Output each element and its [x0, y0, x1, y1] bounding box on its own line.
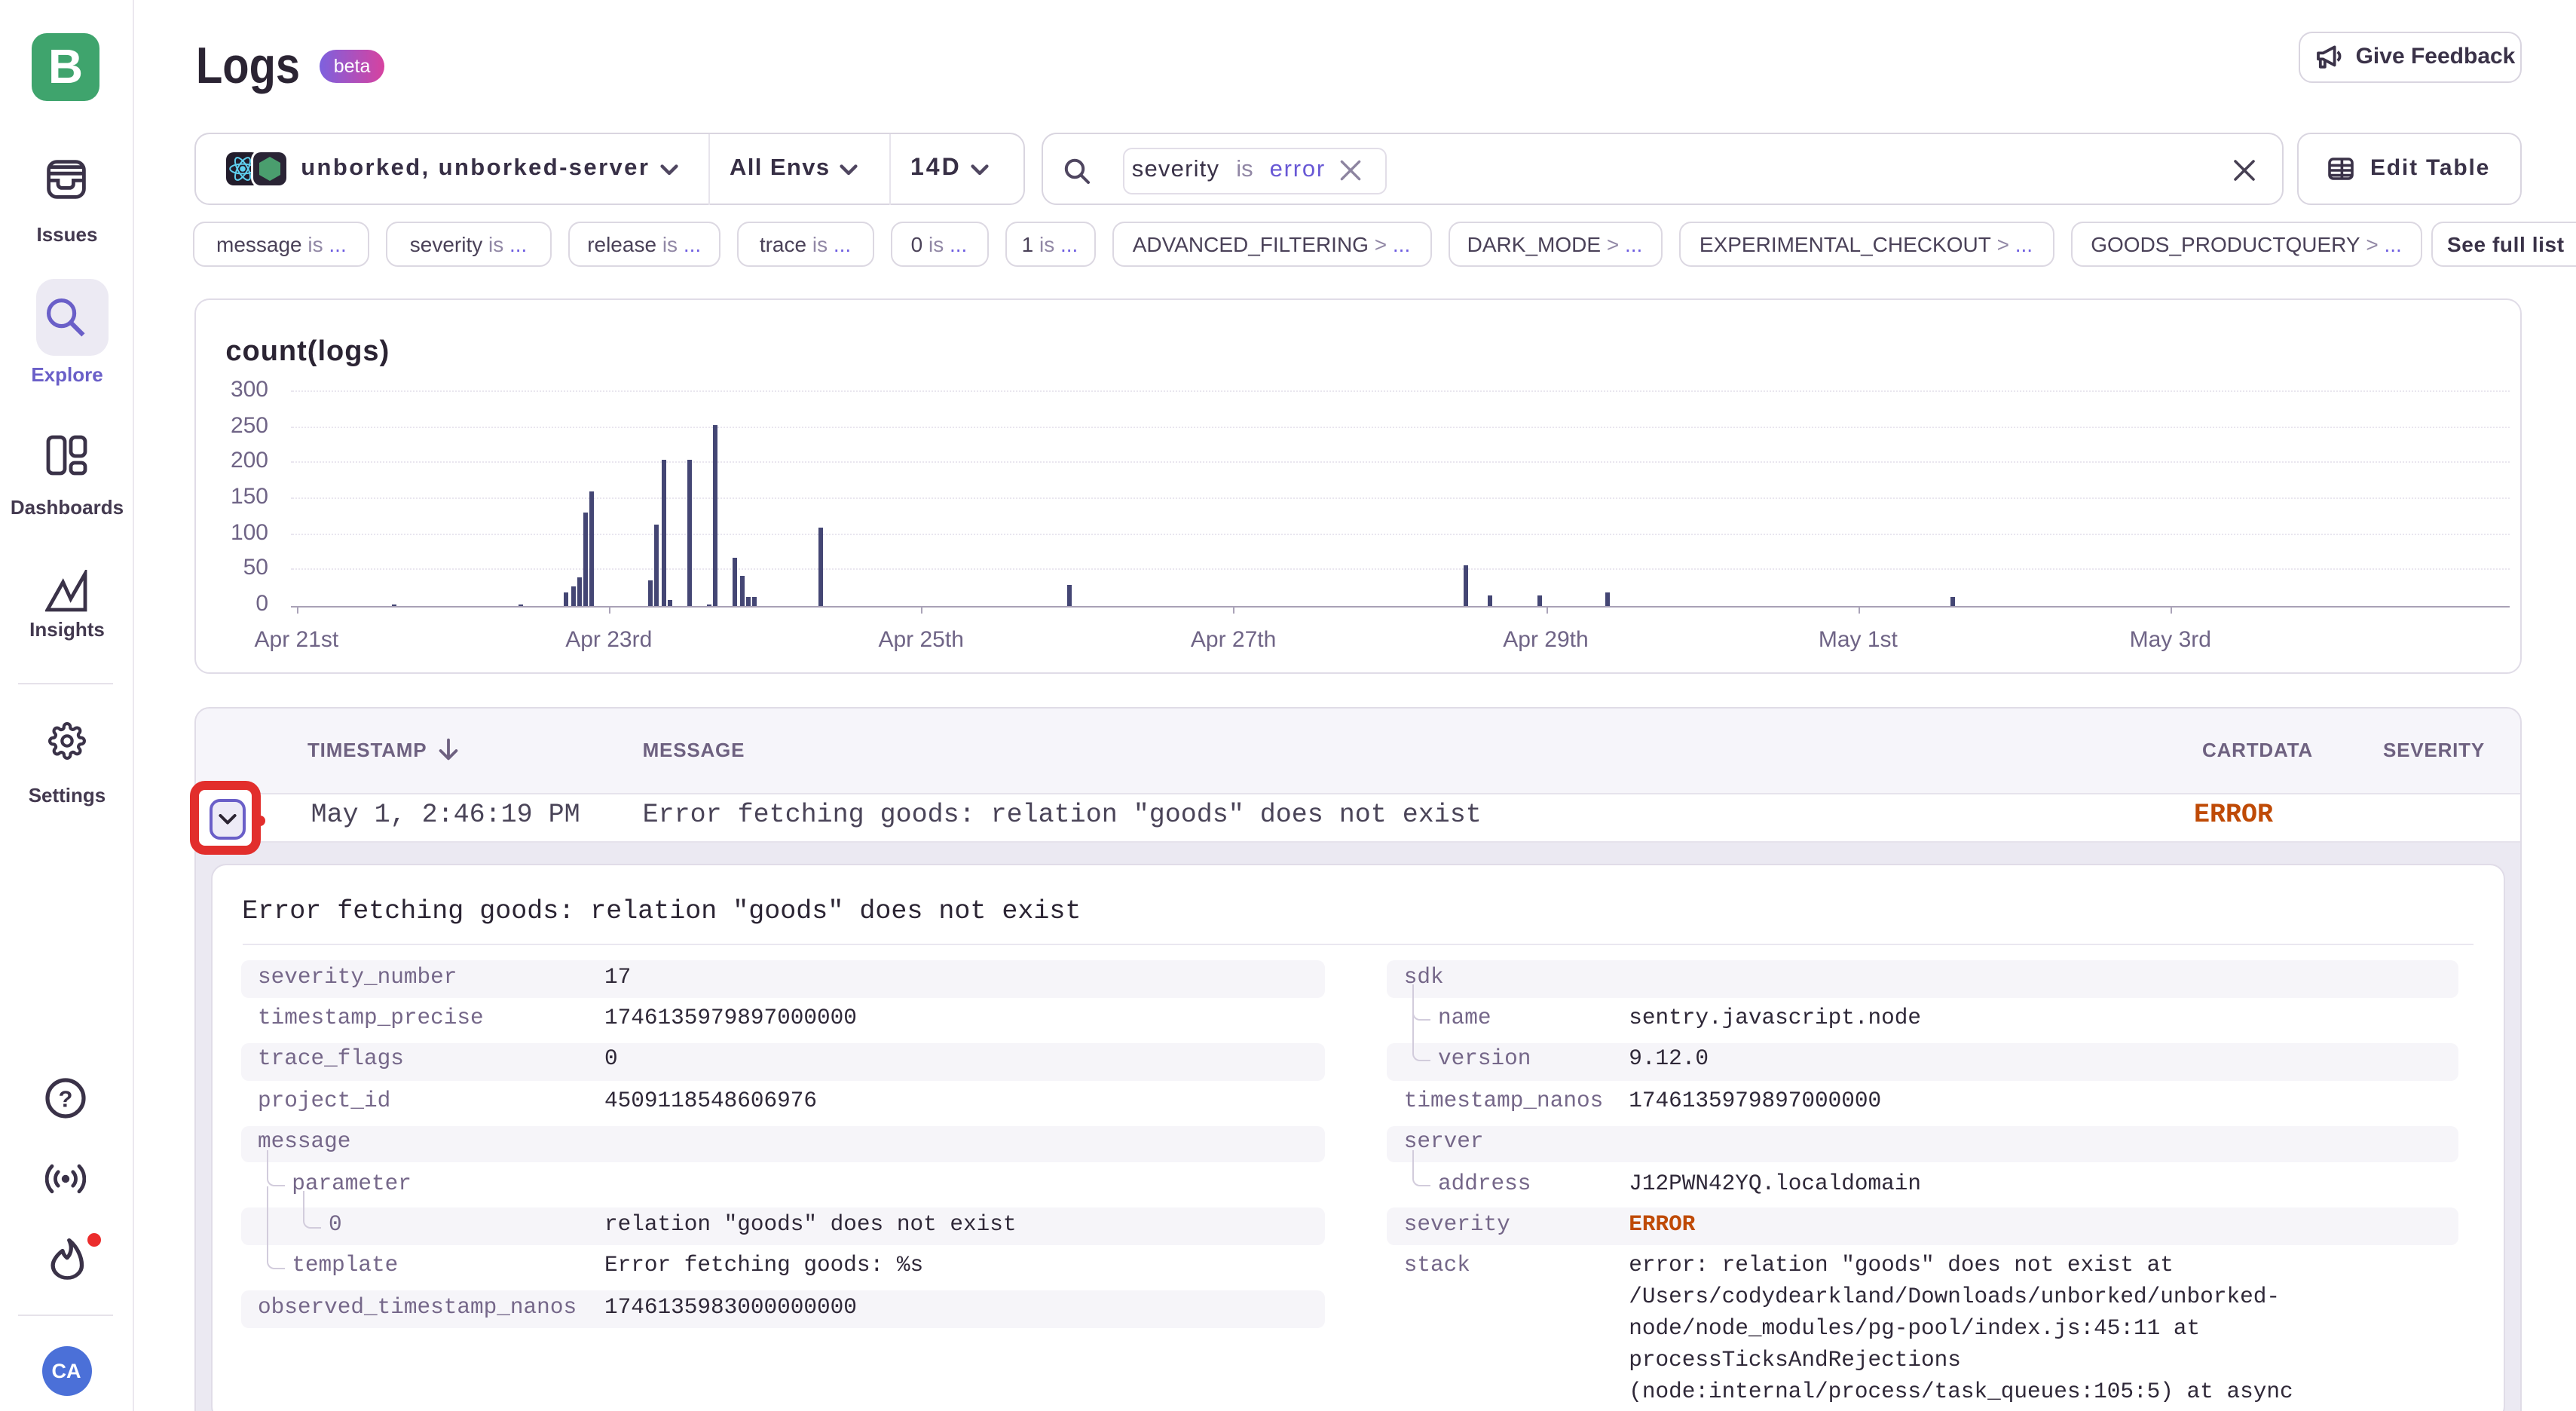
svg-text:?: ?: [59, 1085, 73, 1112]
